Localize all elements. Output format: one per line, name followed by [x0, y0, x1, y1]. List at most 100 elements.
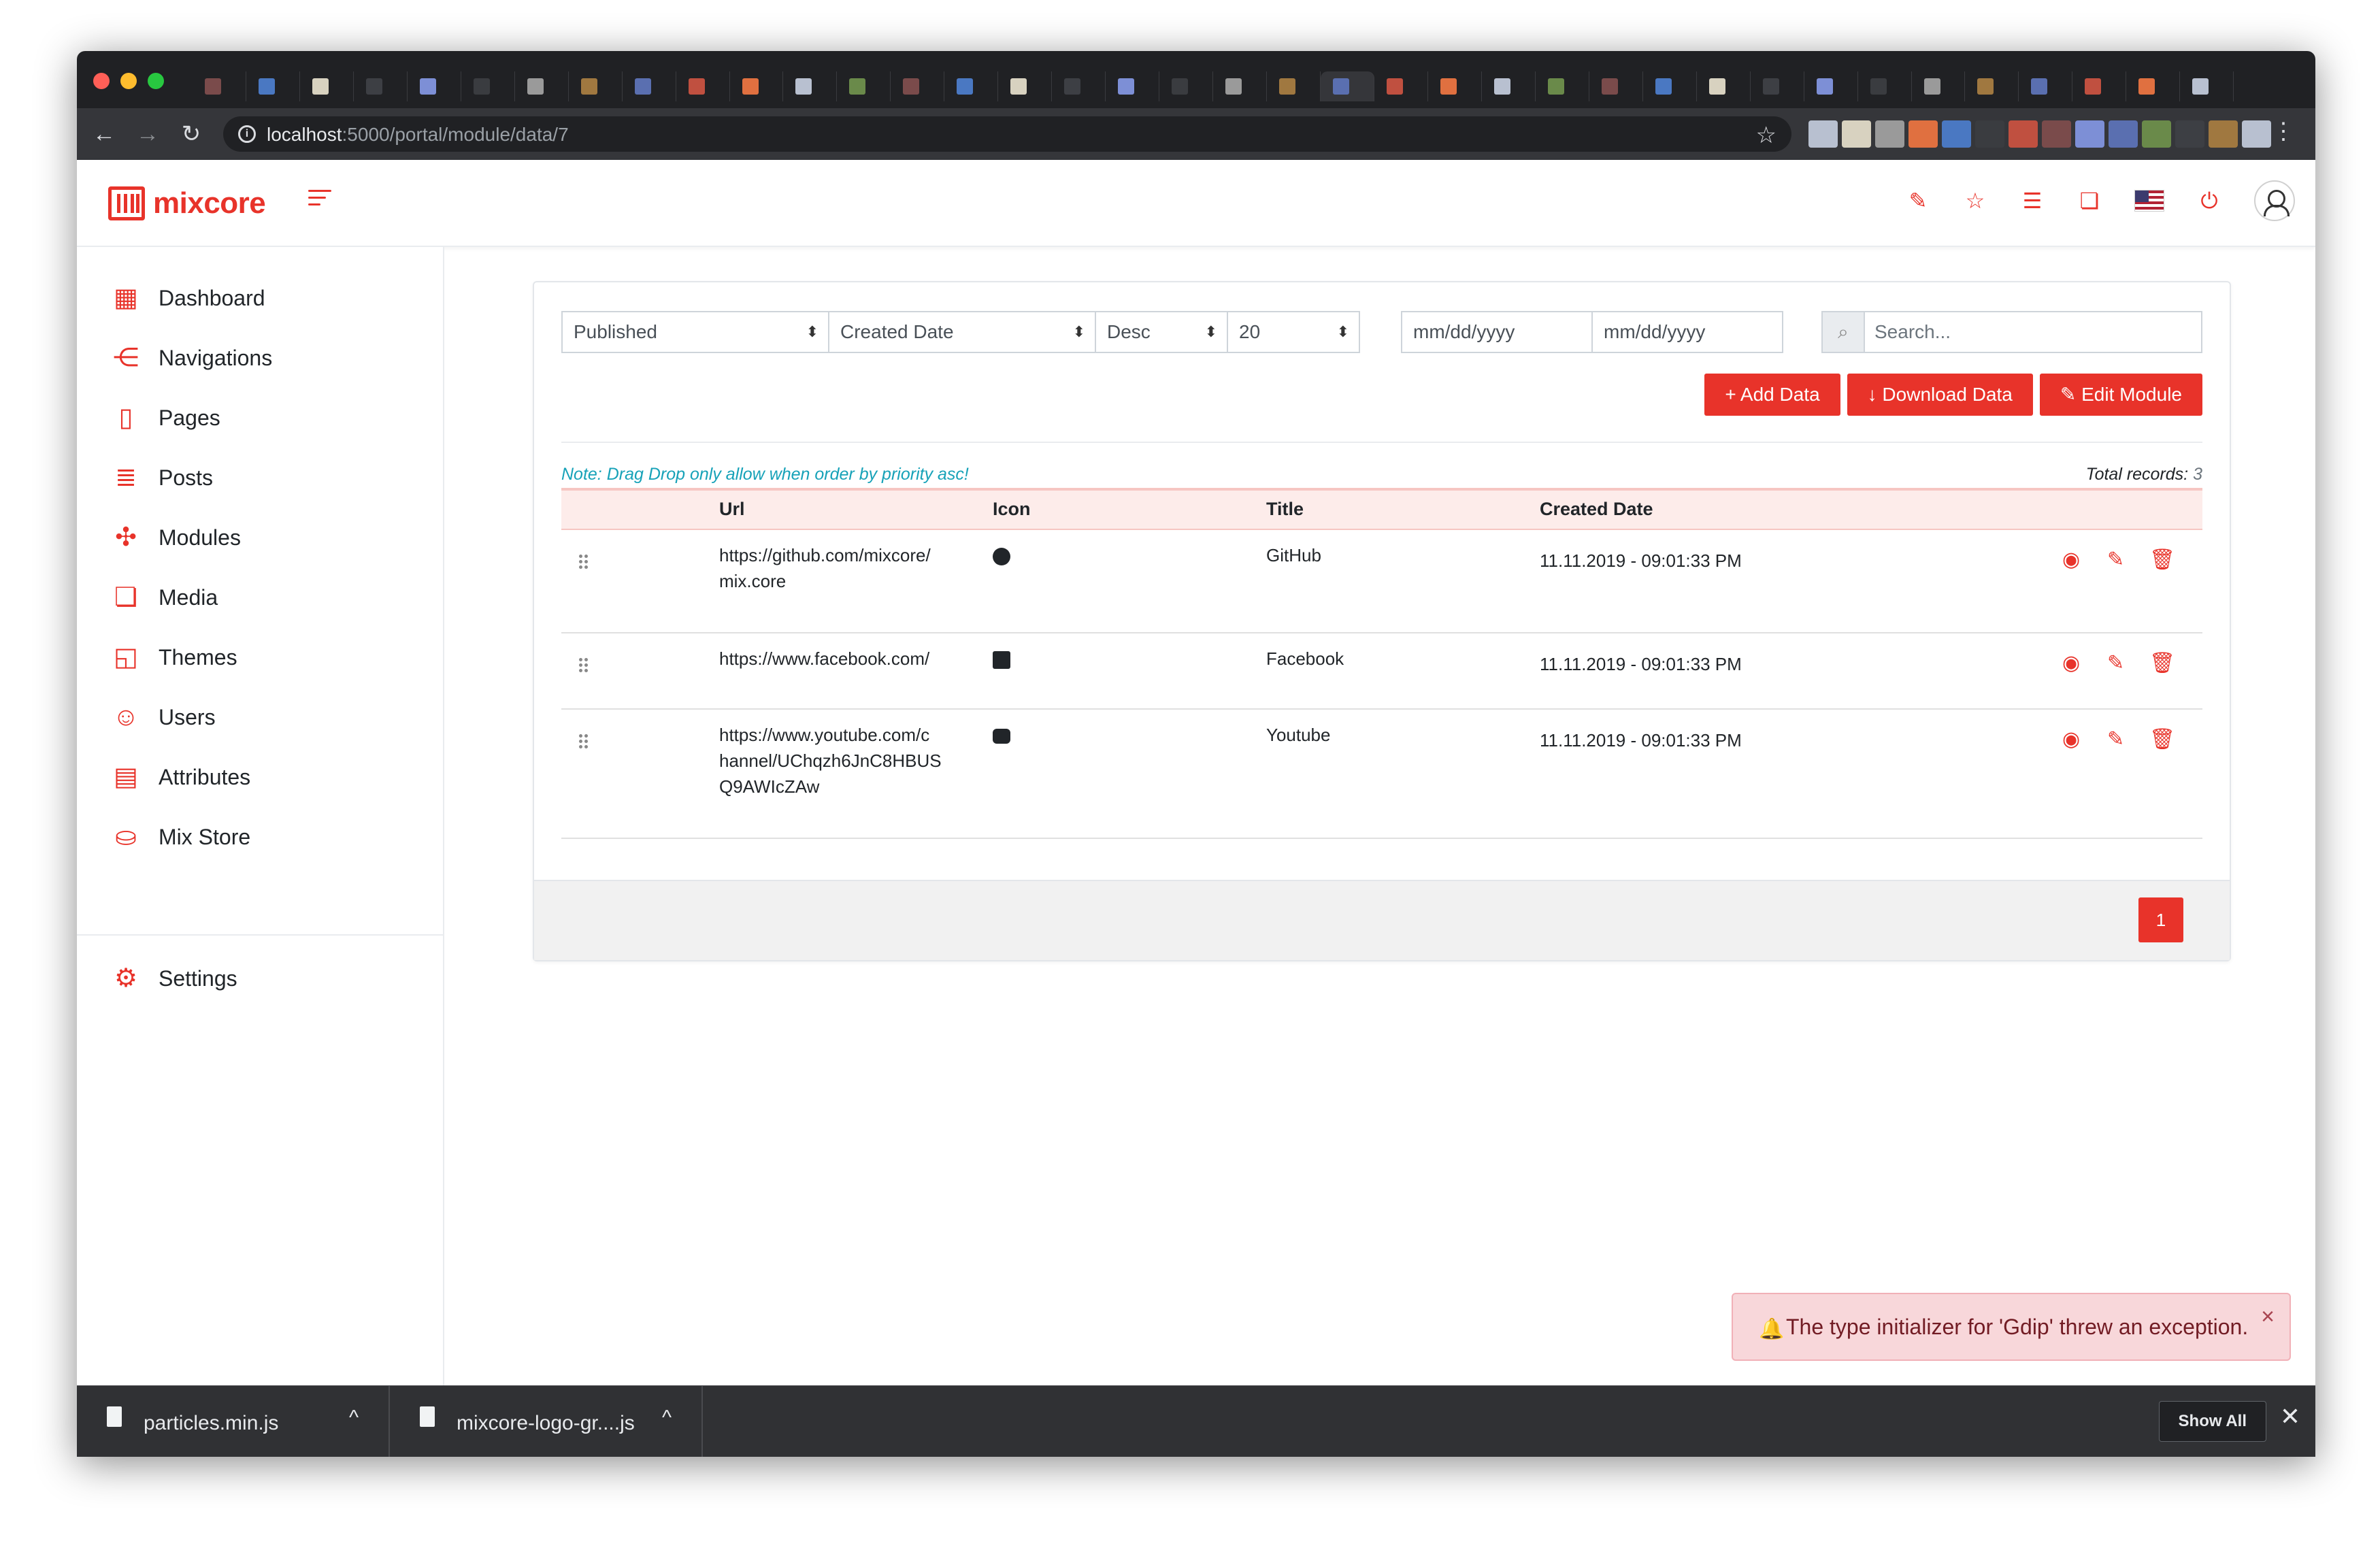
- sidebar-item-pages[interactable]: ▯ Pages: [110, 397, 220, 438]
- address-bar[interactable]: i localhost:5000/portal/module/data/7 ☆: [223, 116, 1791, 152]
- sidebar-item-users[interactable]: ☺ Users: [110, 697, 216, 738]
- table-row[interactable]: https://www.youtube.com/c hannel/UChqzh6…: [561, 710, 2202, 839]
- page-size-select[interactable]: 20 ⬍: [1227, 311, 1360, 353]
- browser-tab[interactable]: [1536, 71, 1589, 101]
- delete-trash-icon[interactable]: 🗑: [2149, 651, 2175, 675]
- delete-trash-icon[interactable]: 🗑: [2149, 548, 2175, 572]
- browser-tab[interactable]: [300, 71, 354, 101]
- browser-tab[interactable]: [515, 71, 569, 101]
- sidebar-item-modules[interactable]: ✣ Modules: [110, 517, 241, 558]
- sidebar-item-navigations[interactable]: ⋲ Navigations: [110, 337, 272, 378]
- page-1-button[interactable]: 1: [2138, 897, 2183, 942]
- table-row[interactable]: https://www.facebook.com/ Facebook 11.11…: [561, 633, 2202, 710]
- star-list-icon[interactable]: ☆: [1963, 188, 1987, 213]
- view-eye-icon[interactable]: ◉: [2062, 548, 2080, 572]
- edit-icon[interactable]: ✎: [1906, 188, 1930, 213]
- close-window-button[interactable]: [93, 73, 110, 89]
- browser-tab[interactable]: [1589, 71, 1643, 101]
- browser-tab[interactable]: [998, 71, 1053, 101]
- browser-tab[interactable]: [1858, 71, 1912, 101]
- reload-icon[interactable]: ↻: [178, 120, 205, 148]
- view-eye-icon[interactable]: ◉: [2062, 651, 2080, 675]
- star-icon[interactable]: ☆: [1756, 122, 1776, 149]
- browser-tab[interactable]: [2180, 71, 2234, 101]
- date-to-input[interactable]: mm/dd/yyyy: [1591, 311, 1783, 353]
- sidebar-item-attributes[interactable]: ▤ Attributes: [110, 757, 250, 797]
- sidebar-item-settings[interactable]: ⚙ Settings: [110, 958, 237, 999]
- browser-tab[interactable]: [623, 71, 676, 101]
- table-row[interactable]: https://github.com/mixcore/ mix.core Git…: [561, 530, 2202, 633]
- browser-tab[interactable]: [891, 71, 945, 101]
- browser-tab[interactable]: [408, 71, 461, 101]
- column-header-url[interactable]: Url: [719, 499, 745, 520]
- browser-tab[interactable]: [1213, 71, 1268, 101]
- extension-icon[interactable]: [2175, 120, 2204, 148]
- column-header-title[interactable]: Title: [1266, 499, 1304, 520]
- sidebar-item-dashboard[interactable]: ▦ Dashboard: [110, 278, 265, 318]
- status-select[interactable]: Published ⬍: [561, 311, 829, 353]
- forward-arrow-icon[interactable]: →: [134, 120, 161, 148]
- extension-icon[interactable]: [2242, 120, 2271, 148]
- sidebar-item-media[interactable]: ❏ Media: [110, 577, 218, 618]
- list-icon[interactable]: ☰: [2020, 188, 2045, 213]
- maximize-window-button[interactable]: [148, 73, 164, 89]
- column-header-icon[interactable]: Icon: [993, 499, 1031, 520]
- add-data-button[interactable]: + Add Data: [1704, 374, 1840, 416]
- view-eye-icon[interactable]: ◉: [2062, 727, 2080, 751]
- browser-tab[interactable]: [1912, 71, 1966, 101]
- download-data-button[interactable]: ↓ Download Data: [1847, 374, 2033, 416]
- sidebar-item-themes[interactable]: ◱ Themes: [110, 637, 237, 678]
- browser-tab[interactable]: [1159, 71, 1214, 101]
- user-avatar-icon[interactable]: [2254, 180, 2295, 221]
- extension-icon[interactable]: [2009, 120, 2038, 148]
- date-from-input[interactable]: mm/dd/yyyy: [1401, 311, 1593, 353]
- browser-tab[interactable]: [944, 71, 999, 101]
- sidebar-item-mix-store[interactable]: ⛀ Mix Store: [110, 817, 250, 857]
- extension-icon[interactable]: [1842, 120, 1871, 148]
- extension-icon[interactable]: [1875, 120, 1904, 148]
- browser-tab[interactable]: [1428, 71, 1482, 101]
- browser-tab[interactable]: [193, 71, 246, 101]
- edit-pencil-icon[interactable]: ✎: [2107, 727, 2124, 751]
- minimize-window-button[interactable]: [120, 73, 137, 89]
- download-item[interactable]: mixcore-logo-gr....js ^: [390, 1386, 703, 1457]
- menu-dots-icon[interactable]: ⋮: [2272, 118, 2295, 145]
- browser-tab[interactable]: [2072, 71, 2127, 101]
- browser-tab[interactable]: [1804, 71, 1858, 101]
- browser-tab[interactable]: [1697, 71, 1751, 101]
- extension-icon[interactable]: [2209, 120, 2238, 148]
- browser-tab[interactable]: [2019, 71, 2073, 101]
- delete-trash-icon[interactable]: 🗑: [2149, 727, 2175, 751]
- drag-handle-icon[interactable]: [579, 658, 590, 673]
- browser-tab[interactable]: [1374, 71, 1428, 101]
- toast-close-button[interactable]: ×: [2261, 1304, 2275, 1330]
- drag-handle-icon[interactable]: [579, 555, 590, 570]
- download-item[interactable]: particles.min.js ^: [77, 1386, 390, 1457]
- us-flag-icon[interactable]: [2134, 190, 2164, 212]
- browser-tab[interactable]: [676, 71, 730, 101]
- browser-tab[interactable]: [1643, 71, 1697, 101]
- extension-icon[interactable]: [1975, 120, 2004, 148]
- power-icon[interactable]: ⏻: [2197, 188, 2221, 213]
- browser-tab[interactable]: [1106, 71, 1160, 101]
- close-icon[interactable]: ✕: [2280, 1402, 2300, 1431]
- browser-tab[interactable]: [1751, 71, 1804, 101]
- extension-icon[interactable]: [1808, 120, 1838, 148]
- browser-tab[interactable]: [1321, 71, 1374, 101]
- extension-icon[interactable]: [2109, 120, 2138, 148]
- browser-tab[interactable]: [1482, 71, 1536, 101]
- extension-icon[interactable]: [1942, 120, 1971, 148]
- browser-tab[interactable]: [837, 71, 891, 101]
- extension-icon[interactable]: [2042, 120, 2071, 148]
- browser-tab[interactable]: [1267, 71, 1321, 101]
- direction-select[interactable]: Desc ⬍: [1095, 311, 1228, 353]
- logo[interactable]: mixcore: [108, 183, 266, 224]
- info-icon[interactable]: i: [238, 125, 256, 143]
- browser-tab[interactable]: [1052, 71, 1106, 101]
- browser-tab[interactable]: [730, 71, 784, 101]
- browser-tab[interactable]: [2126, 71, 2181, 101]
- browser-tab[interactable]: [354, 71, 408, 101]
- show-all-button[interactable]: Show All: [2158, 1401, 2266, 1442]
- sidebar-item-posts[interactable]: ≣ Posts: [110, 457, 213, 498]
- edit-pencil-icon[interactable]: ✎: [2107, 548, 2124, 572]
